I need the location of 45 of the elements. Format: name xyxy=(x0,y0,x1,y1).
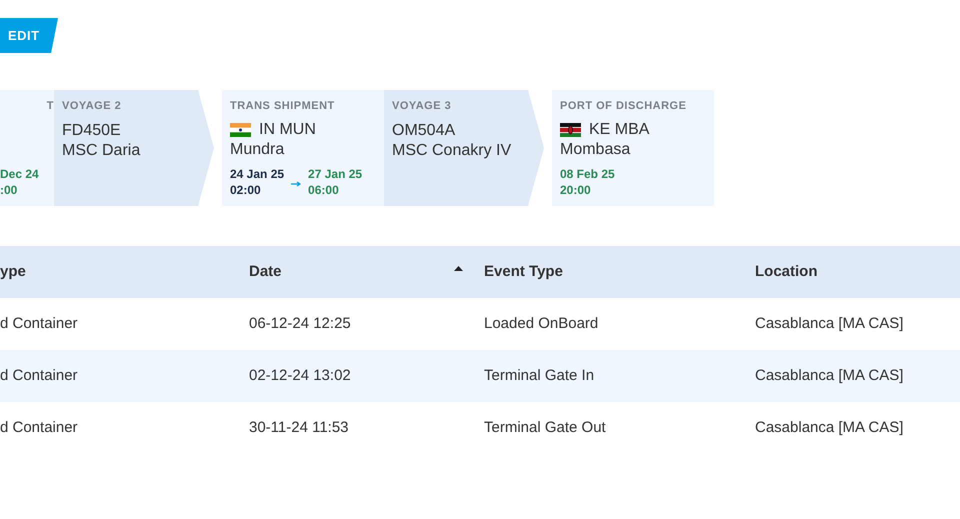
port-code: IN MUN xyxy=(259,120,316,140)
time-text: 20:00 xyxy=(560,182,592,198)
card-label: VOYAGE 3 xyxy=(392,99,452,114)
time-text: 06:00 xyxy=(308,182,340,198)
flag-icon xyxy=(230,122,251,136)
vessel-name: MSC Daria xyxy=(62,140,142,160)
port-name: Mombasa xyxy=(560,140,632,160)
table-cell: d Container xyxy=(0,419,78,436)
date-text: 27 Jan 25 xyxy=(308,166,362,182)
date-text: 24 Jan 25 xyxy=(230,166,284,182)
voyage-code: FD450E xyxy=(62,120,122,140)
flag-icon xyxy=(560,122,581,136)
table-cell: Casablanca [MA CAS] xyxy=(755,367,904,384)
date-text: Dec 24 xyxy=(0,166,39,182)
card-label: T xyxy=(46,99,54,114)
table-cell: Loaded OnBoard xyxy=(484,315,598,332)
column-header[interactable]: Location xyxy=(755,246,960,298)
table-cell: Terminal Gate Out xyxy=(484,419,606,436)
table-cell: Casablanca [MA CAS] xyxy=(755,315,904,332)
port-name: Mundra xyxy=(230,140,286,160)
column-header[interactable]: ype xyxy=(0,246,249,298)
card-label: PORT OF DISCHARGE xyxy=(560,99,688,114)
time-text: :00 xyxy=(0,182,18,198)
column-label: Event Type xyxy=(484,262,563,282)
port-code: KE MBA xyxy=(589,120,650,140)
column-header[interactable]: Event Type xyxy=(484,246,755,298)
arrow-right-icon xyxy=(291,181,302,187)
table-cell: Terminal Gate In xyxy=(484,367,594,384)
card-label: VOYAGE 2 xyxy=(62,99,122,114)
date-text: 08 Feb 25 xyxy=(560,166,615,182)
table-cell: 02-12-24 13:02 xyxy=(249,367,351,384)
sort-up-icon[interactable] xyxy=(454,266,463,270)
table-cell: 30-11-24 11:53 xyxy=(249,419,349,436)
vessel-name: MSC Conakry IV xyxy=(392,140,512,160)
voyage-code: OM504A xyxy=(392,120,456,140)
time-text: 02:00 xyxy=(230,182,262,198)
column-label: ype xyxy=(0,262,26,282)
column-header[interactable]: Date xyxy=(249,246,484,298)
column-label: Location xyxy=(755,262,818,282)
table-cell: Casablanca [MA CAS] xyxy=(755,419,904,436)
column-label: Date xyxy=(249,262,282,282)
table-cell: d Container xyxy=(0,367,78,384)
card-label: TRANS SHIPMENT xyxy=(230,99,336,114)
table-cell: d Container xyxy=(0,315,78,332)
table-cell: 06-12-24 12:25 xyxy=(249,315,351,332)
